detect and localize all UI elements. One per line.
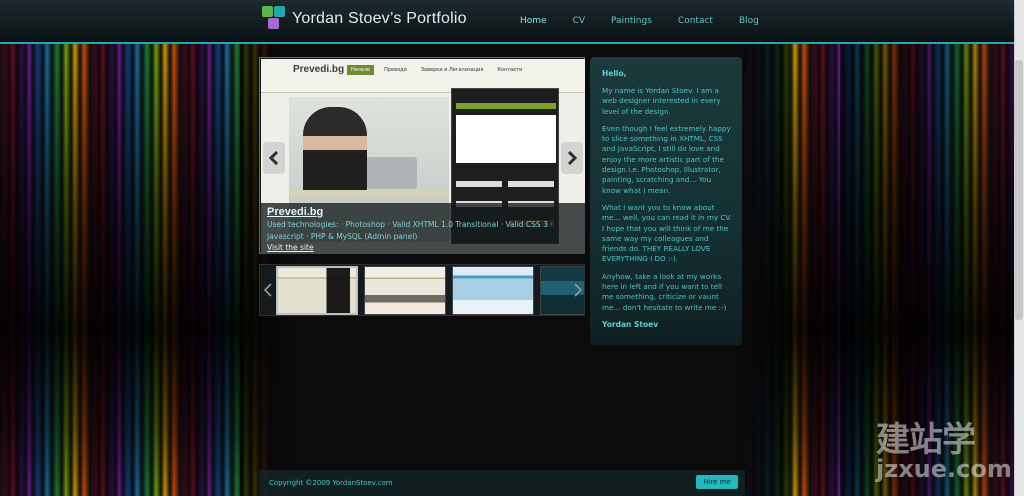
main-nav: Home CV Paintings Contact Blog [520,16,759,26]
site-footer: Copyright ©2009 YordanStoev.com Hire me [259,470,745,496]
copyright-text: Copyright ©2009 YordanStoev.com [269,479,393,487]
watermark-domain: jzxue.com [876,455,1012,483]
slide-caption: Prevedi.bg Used technologies: · Photosho… [261,203,585,254]
screenshot-logo: Prevedi.bg [293,64,345,75]
screenshot-form-select [508,181,554,187]
site-header: Yordan Stoev’s Portfolio Home CV Paintin… [0,0,1024,44]
hire-me-button[interactable]: Hire me [696,475,738,489]
project-technologies: Used technologies: · Photoshop · Valid X… [267,220,553,241]
screenshot-laptop [367,157,417,189]
greeting: Hello, [602,69,627,78]
screenshot-menu: Начало Преводи Заверки и Легализация Кон… [347,65,526,75]
screenshot-form-textarea [456,115,556,163]
screenshot-form-tab [456,103,556,109]
screenshot-menu-item: Преводи [384,67,407,73]
chevron-right-icon [574,283,582,297]
screenshot-menu-item: Контакти [497,67,523,73]
about-paragraph: Even though I feel extremely happy to sl… [602,123,731,195]
thumbnail-strip [259,264,585,316]
project-title-link[interactable]: Prevedi.bg [267,206,579,218]
thumbs-next-button[interactable] [572,280,584,300]
nav-paintings[interactable]: Paintings [611,16,652,26]
thumbs-prev-button[interactable] [262,280,274,300]
site-title: Yordan Stoev’s Portfolio [292,10,467,27]
scrollbar-thumb[interactable] [1015,60,1023,320]
screenshot-menu-item: Заверки и Легализация [420,67,484,73]
watermark: 建站学 jzxue.com [876,412,1016,492]
site-logo[interactable]: Yordan Stoev’s Portfolio [262,6,467,32]
slider-next-button[interactable] [561,142,583,174]
slider-prev-button[interactable] [263,142,285,174]
nav-cv[interactable]: CV [573,16,585,26]
visit-site-link[interactable]: Visit the site [267,243,579,252]
nav-blog[interactable]: Blog [739,16,759,26]
nav-home[interactable]: Home [520,16,547,26]
about-paragraph: What I want you to know about me… well, … [602,202,732,264]
chevron-left-icon [264,283,272,297]
watermark-chinese: 建站学 [876,420,976,460]
chevron-left-icon [268,151,279,165]
thumbnail-item[interactable] [276,266,358,315]
screenshot-menu-item: Начало [347,65,375,75]
portfolio-slider: Prevedi.bg Начало Преводи Заверки и Лега… [259,57,585,254]
chevron-right-icon [567,151,578,165]
thumbnail-item[interactable] [364,266,446,315]
about-paragraph: My name is Yordan Stoev. I am a web desi… [602,86,721,116]
thumbnail-item[interactable] [452,266,534,315]
screenshot-person [303,107,367,197]
screenshot-section-bar [289,190,449,198]
vertical-scrollbar[interactable] [1014,0,1024,496]
nav-contact[interactable]: Contact [678,16,713,26]
signature: Yordan Stoev [602,319,659,329]
about-panel: Hello, My name is Yordan Stoev. I am a w… [590,57,742,345]
logo-mark-icon [262,6,286,32]
about-paragraph: Anyhow, take a look at my works here in … [602,271,727,312]
screenshot-form-select [456,181,502,187]
